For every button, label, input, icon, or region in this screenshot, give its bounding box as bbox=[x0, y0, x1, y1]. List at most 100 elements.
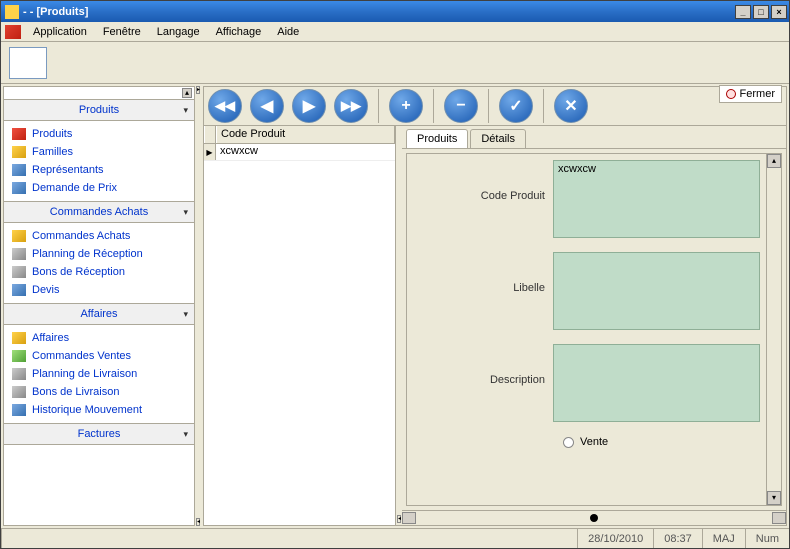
sidebar-item-planning-livraison[interactable]: Planning de Livraison bbox=[4, 365, 194, 383]
tab-produits[interactable]: Produits bbox=[406, 129, 468, 148]
tab-details[interactable]: Détails bbox=[470, 129, 526, 148]
sidebar-item-affaires[interactable]: Affaires bbox=[4, 329, 194, 347]
label-vente: Vente bbox=[580, 436, 608, 448]
sidebar-item-planning-reception[interactable]: Planning de Réception bbox=[4, 245, 194, 263]
menu-application[interactable]: Application bbox=[25, 24, 95, 40]
menu-fenetre[interactable]: Fenêtre bbox=[95, 24, 149, 40]
workspace: Fermer ◀◀ ◀ ▶ ▶▶ + − ✓ ✕ Code Produit bbox=[203, 86, 787, 526]
label-libelle: Libelle bbox=[413, 252, 553, 294]
sidebar-item-label: Affaires bbox=[32, 332, 69, 344]
grid-column-code[interactable]: Code Produit bbox=[216, 126, 395, 143]
field-value: xcwxcw bbox=[558, 163, 596, 175]
nav-last-button[interactable]: ▶▶ bbox=[334, 89, 368, 123]
nav-prev-button[interactable]: ◀ bbox=[250, 89, 284, 123]
sidebar-header-label: Produits bbox=[79, 104, 119, 116]
nav-first-button[interactable]: ◀◀ bbox=[208, 89, 242, 123]
product-icon bbox=[12, 128, 26, 140]
detail-panel: Produits Détails Code Produit xcwxcw Lib… bbox=[402, 126, 786, 525]
sale-icon bbox=[12, 350, 26, 362]
sidebar-item-representants[interactable]: Représentants bbox=[4, 161, 194, 179]
status-date: 28/10/2010 bbox=[577, 529, 653, 548]
grid-cell-code: xcwxcw bbox=[216, 144, 262, 160]
vertical-splitter[interactable]: ▸◂ bbox=[195, 84, 201, 528]
sidebar-header-commandes-achats[interactable]: Commandes Achats ▾ bbox=[4, 201, 194, 223]
sidebar-item-label: Bons de Livraison bbox=[32, 386, 119, 398]
chevron-down-icon: ▾ bbox=[183, 207, 188, 218]
sidebar-item-label: Bons de Réception bbox=[32, 266, 125, 278]
chevron-down-icon: ▾ bbox=[183, 429, 188, 440]
chevron-down-icon: ▾ bbox=[183, 105, 188, 116]
sidebar-item-label: Planning de Livraison bbox=[32, 368, 137, 380]
nav-confirm-button[interactable]: ✓ bbox=[499, 89, 533, 123]
detail-hscroll[interactable] bbox=[402, 510, 786, 525]
sidebar-item-bons-reception[interactable]: Bons de Réception bbox=[4, 263, 194, 281]
sidebar-header-label: Commandes Achats bbox=[50, 206, 148, 218]
delivery-icon bbox=[12, 386, 26, 398]
sidebar-header-factures[interactable]: Factures ▾ bbox=[4, 423, 194, 445]
sidebar-header-label: Factures bbox=[78, 428, 121, 440]
price-icon bbox=[12, 182, 26, 194]
status-num: Num bbox=[745, 529, 789, 548]
grid-row[interactable]: ▶ xcwxcw bbox=[204, 144, 395, 161]
sidebar-item-label: Demande de Prix bbox=[32, 182, 117, 194]
person-icon bbox=[12, 164, 26, 176]
quote-icon bbox=[12, 284, 26, 296]
sidebar-item-commandes-achats[interactable]: Commandes Achats bbox=[4, 227, 194, 245]
sidebar-header-affaires[interactable]: Affaires ▾ bbox=[4, 303, 194, 325]
planning-icon bbox=[12, 368, 26, 380]
minimize-button[interactable]: _ bbox=[735, 5, 751, 19]
sidebar-item-produits[interactable]: Produits bbox=[4, 125, 194, 143]
menu-langage[interactable]: Langage bbox=[149, 24, 208, 40]
receipt-icon bbox=[12, 266, 26, 278]
sidebar-item-label: Planning de Réception bbox=[32, 248, 143, 260]
sidebar-item-commandes-ventes[interactable]: Commandes Ventes bbox=[4, 347, 194, 365]
fermer-label: Fermer bbox=[740, 88, 775, 100]
field-description[interactable] bbox=[553, 344, 760, 422]
sidebar-header-produits[interactable]: Produits ▾ bbox=[4, 99, 194, 121]
product-grid: Code Produit ▶ xcwxcw bbox=[204, 126, 396, 525]
sidebar-scroll-up[interactable]: ▴ bbox=[182, 88, 192, 98]
status-time: 08:37 bbox=[653, 529, 702, 548]
nav-remove-button[interactable]: − bbox=[444, 89, 478, 123]
sidebar-item-label: Commandes Achats bbox=[32, 230, 130, 242]
status-bar: 28/10/2010 08:37 MAJ Num bbox=[1, 528, 789, 548]
status-maj: MAJ bbox=[702, 529, 745, 548]
fermer-button[interactable]: Fermer bbox=[719, 85, 782, 103]
nav-cancel-button[interactable]: ✕ bbox=[554, 89, 588, 123]
sidebar-item-familles[interactable]: Familles bbox=[4, 143, 194, 161]
navigator-toolbar: Fermer ◀◀ ◀ ▶ ▶▶ + − ✓ ✕ bbox=[203, 86, 787, 126]
sidebar-item-bons-livraison[interactable]: Bons de Livraison bbox=[4, 383, 194, 401]
sidebar-item-devis[interactable]: Devis bbox=[4, 281, 194, 299]
sidebar-item-demande-prix[interactable]: Demande de Prix bbox=[4, 179, 194, 197]
planning-icon bbox=[12, 248, 26, 260]
title-bar: - - [Produits] _ □ × bbox=[1, 1, 789, 22]
sidebar-item-label: Commandes Ventes bbox=[32, 350, 131, 362]
detail-vscroll[interactable]: ▴▾ bbox=[766, 154, 781, 505]
field-libelle[interactable] bbox=[553, 252, 760, 330]
nav-add-button[interactable]: + bbox=[389, 89, 423, 123]
radio-vente[interactable] bbox=[563, 437, 574, 448]
field-code-produit[interactable]: xcwxcw bbox=[553, 160, 760, 238]
app-small-icon bbox=[5, 25, 21, 39]
family-icon bbox=[12, 146, 26, 158]
sidebar-item-historique[interactable]: Historique Mouvement bbox=[4, 401, 194, 419]
history-icon bbox=[12, 404, 26, 416]
close-button[interactable]: × bbox=[771, 5, 787, 19]
sidebar-item-label: Familles bbox=[32, 146, 73, 158]
main-toolbar bbox=[1, 42, 789, 84]
maximize-button[interactable]: □ bbox=[753, 5, 769, 19]
sidebar-item-label: Historique Mouvement bbox=[32, 404, 142, 416]
sidebar-item-label: Produits bbox=[32, 128, 72, 140]
sidebar: ▴ Produits ▾ Produits Familles Représent… bbox=[3, 86, 195, 526]
menu-affichage[interactable]: Affichage bbox=[208, 24, 270, 40]
menu-aide[interactable]: Aide bbox=[269, 24, 307, 40]
sidebar-item-label: Représentants bbox=[32, 164, 104, 176]
grid-selector-header[interactable] bbox=[204, 126, 216, 143]
sidebar-header-label: Affaires bbox=[80, 308, 117, 320]
app-icon bbox=[5, 5, 19, 19]
order-icon bbox=[12, 230, 26, 242]
window-title: - - [Produits] bbox=[23, 6, 735, 18]
nav-next-button[interactable]: ▶ bbox=[292, 89, 326, 123]
toolbar-slot[interactable] bbox=[9, 47, 47, 79]
business-icon bbox=[12, 332, 26, 344]
